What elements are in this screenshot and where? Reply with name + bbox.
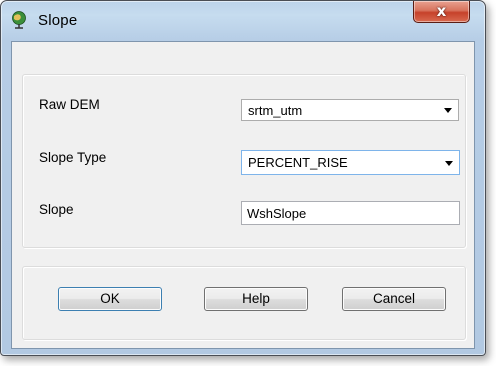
ok-button[interactable]: OK — [58, 287, 162, 311]
slope-type-value: PERCENT_RISE — [248, 155, 348, 170]
raw-dem-value: srtm_utm — [248, 103, 303, 118]
close-button[interactable]: x — [413, 1, 470, 23]
slope-label: Slope — [39, 202, 74, 217]
slope-type-dropdown[interactable]: PERCENT_RISE — [241, 150, 460, 175]
globe-gis-icon — [10, 10, 30, 30]
help-button[interactable]: Help — [204, 287, 308, 311]
chevron-down-icon — [445, 161, 453, 166]
slope-output-input[interactable]: WshSlope — [241, 201, 460, 225]
raw-dem-label: Raw DEM — [39, 97, 100, 112]
close-icon: x — [436, 2, 447, 20]
slope-output-value: WshSlope — [247, 206, 307, 221]
slope-type-label: Slope Type — [39, 150, 107, 165]
chevron-down-icon — [444, 108, 452, 113]
slope-dialog-window: Slope x Raw DEM srtm_utm Slope Type PERC… — [0, 0, 486, 356]
cancel-button[interactable]: Cancel — [342, 287, 446, 311]
parameters-group: Raw DEM srtm_utm Slope Type PERCENT_RISE… — [22, 74, 466, 248]
raw-dem-dropdown[interactable]: srtm_utm — [241, 99, 459, 121]
buttons-group: OK Help Cancel — [22, 266, 466, 340]
window-title: Slope — [38, 12, 78, 29]
dialog-client-area: Raw DEM srtm_utm Slope Type PERCENT_RISE… — [11, 41, 475, 349]
